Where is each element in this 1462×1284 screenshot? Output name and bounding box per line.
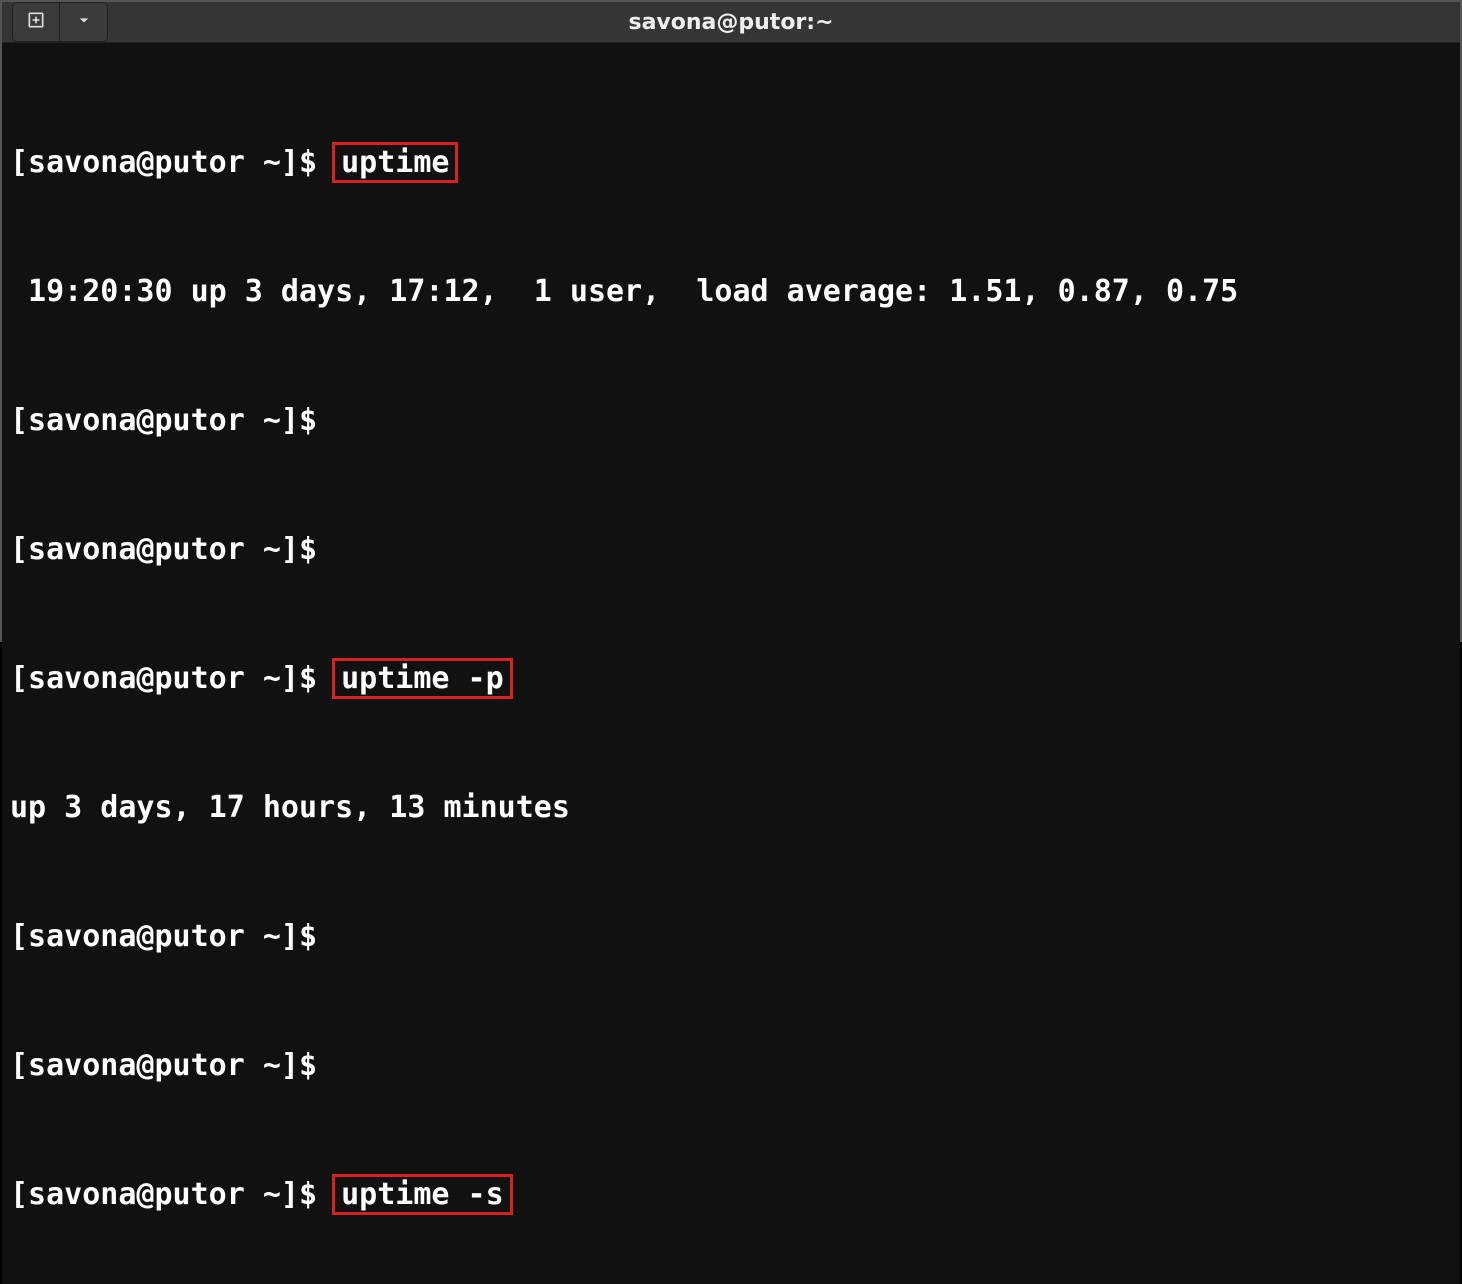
prompt-line: [savona@putor ~]$: [10, 915, 1452, 958]
prompt: [savona@putor ~]$: [10, 919, 335, 954]
prompt: [savona@putor ~]$: [10, 145, 335, 180]
prompt: [savona@putor ~]$: [10, 661, 335, 696]
command-highlight: uptime -s: [332, 1174, 513, 1215]
prompt: [savona@putor ~]$: [10, 1177, 335, 1212]
prompt-line: [savona@putor ~]$ uptime: [10, 141, 1452, 184]
new-tab-icon: [26, 10, 46, 34]
menu-dropdown-button[interactable]: [60, 2, 108, 42]
chevron-down-icon: [74, 10, 94, 34]
prompt: [savona@putor ~]$: [10, 1048, 335, 1083]
prompt-line: [savona@putor ~]$ uptime -p: [10, 657, 1452, 700]
new-tab-button[interactable]: [12, 2, 60, 42]
prompt-line: [savona@putor ~]$ uptime -s: [10, 1173, 1452, 1216]
window-title: savona@putor:~: [628, 10, 833, 35]
prompt-line: [savona@putor ~]$: [10, 1044, 1452, 1087]
output-line: 19:20:30 up 3 days, 17:12, 1 user, load …: [10, 270, 1452, 313]
prompt: [savona@putor ~]$: [10, 532, 335, 567]
prompt-line: [savona@putor ~]$: [10, 528, 1452, 571]
titlebar: savona@putor:~: [2, 2, 1460, 43]
terminal-body[interactable]: [savona@putor ~]$ uptime 19:20:30 up 3 d…: [2, 43, 1460, 1284]
toolbar-buttons: [12, 2, 108, 42]
command-highlight: uptime -p: [332, 658, 513, 699]
output-line: up 3 days, 17 hours, 13 minutes: [10, 786, 1452, 829]
command-highlight: uptime: [332, 142, 458, 183]
terminal-window: savona@putor:~ [savona@putor ~]$ uptime …: [0, 0, 1462, 642]
prompt: [savona@putor ~]$: [10, 403, 335, 438]
prompt-line: [savona@putor ~]$: [10, 399, 1452, 442]
